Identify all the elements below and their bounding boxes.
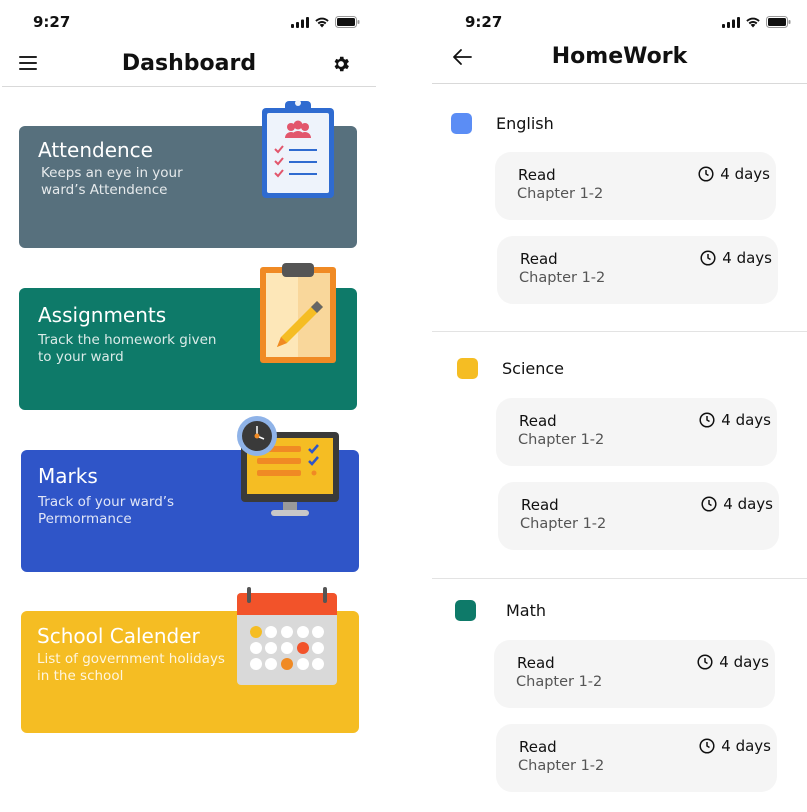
- subject-color-swatch: [455, 600, 476, 621]
- due-text: 4 days: [720, 165, 770, 183]
- homework-subtitle: Chapter 1-2: [516, 674, 603, 690]
- due-text: 4 days: [721, 411, 771, 429]
- card-title: Marks: [38, 464, 98, 488]
- status-bar: 9:27: [0, 12, 378, 34]
- homework-due: 4 days: [698, 165, 770, 183]
- wifi-icon: [315, 17, 329, 28]
- homework-item[interactable]: Read Chapter 1-2 4 days: [496, 724, 777, 792]
- homework-due: 4 days: [700, 249, 772, 267]
- homework-title: Read: [519, 738, 557, 756]
- subject-name: English: [496, 114, 554, 133]
- card-subtitle: Track of your ward’s Permormance: [38, 494, 175, 527]
- card-title: School Calender: [37, 624, 200, 648]
- signal-icon: [722, 16, 740, 28]
- clock-icon: [699, 412, 715, 428]
- header-divider: [432, 83, 807, 84]
- clock-icon: [699, 738, 715, 754]
- homework-due: 4 days: [701, 495, 773, 513]
- status-icons: [722, 16, 791, 28]
- homework-title: Read: [519, 412, 557, 430]
- header-divider: [2, 86, 376, 87]
- card-title: Attendence: [38, 138, 153, 162]
- page-title: Dashboard: [121, 51, 257, 76]
- attendance-clipboard-icon: [262, 100, 334, 198]
- card-title: Assignments: [38, 303, 167, 327]
- status-time: 9:27: [465, 13, 503, 31]
- homework-due: 4 days: [699, 411, 771, 429]
- status-bar: 9:27: [432, 12, 807, 34]
- homework-due: 4 days: [697, 653, 769, 671]
- homework-subtitle: Chapter 1-2: [520, 516, 607, 532]
- section-divider: [432, 578, 807, 579]
- attendance-card[interactable]: Attendence Keeps an eye in your ward’s A…: [19, 100, 357, 248]
- calendar-icon: [237, 587, 337, 685]
- wifi-icon: [746, 17, 760, 28]
- clock-icon: [698, 166, 714, 182]
- marks-card[interactable]: Marks Track of your ward’s Permormance: [21, 416, 359, 572]
- section-divider: [432, 331, 807, 332]
- homework-subtitle: Chapter 1-2: [518, 432, 605, 448]
- subject-math: Math: [455, 600, 546, 621]
- clock-icon: [701, 496, 717, 512]
- battery-icon: [335, 16, 360, 28]
- card-subtitle: Track the homework given to your ward: [38, 332, 217, 365]
- card-subtitle: Keeps an eye in your ward’s Attendence: [41, 165, 183, 198]
- subject-color-swatch: [457, 358, 478, 379]
- page-title: HomeWork: [551, 44, 688, 69]
- gear-icon[interactable]: [331, 54, 351, 74]
- homework-item[interactable]: Read Chapter 1-2 4 days: [495, 152, 776, 220]
- homework-subtitle: Chapter 1-2: [519, 270, 606, 286]
- homework-title: Read: [521, 496, 559, 514]
- due-text: 4 days: [723, 495, 773, 513]
- homework-item[interactable]: Read Chapter 1-2 4 days: [494, 640, 775, 708]
- status-icons: [291, 16, 360, 28]
- clock-icon: [697, 654, 713, 670]
- card-subtitle: List of government holidays in the schoo…: [37, 651, 225, 684]
- computer-checklist-icon: [237, 416, 339, 516]
- due-text: 4 days: [719, 653, 769, 671]
- status-time: 9:27: [33, 13, 71, 31]
- subject-color-swatch: [451, 113, 472, 134]
- battery-icon: [766, 16, 791, 28]
- subject-name: Math: [506, 601, 547, 620]
- homework-screen: 9:27 HomeWork English Read Chapter 1-2 4…: [432, 0, 807, 812]
- due-text: 4 days: [722, 249, 772, 267]
- assignments-card[interactable]: Assignments Track the homework given to …: [19, 263, 357, 410]
- due-text: 4 days: [721, 737, 771, 755]
- homework-title: Read: [520, 250, 558, 268]
- dashboard-screen: 9:27 Dashboard Attendence Keeps an eye i…: [0, 0, 378, 812]
- clock-icon: [700, 250, 716, 266]
- homework-item[interactable]: Read Chapter 1-2 4 days: [498, 482, 779, 550]
- subject-name: Science: [502, 359, 565, 378]
- subject-english: English: [451, 113, 554, 134]
- homework-subtitle: Chapter 1-2: [518, 758, 605, 774]
- homework-due: 4 days: [699, 737, 771, 755]
- subject-science: Science: [457, 358, 564, 379]
- homework-title: Read: [517, 654, 555, 672]
- homework-item[interactable]: Read Chapter 1-2 4 days: [497, 236, 778, 304]
- homework-subtitle: Chapter 1-2: [517, 186, 604, 202]
- homework-title: Read: [518, 166, 556, 184]
- signal-icon: [291, 16, 309, 28]
- school-calendar-card[interactable]: School Calender List of government holid…: [21, 587, 359, 733]
- homework-item[interactable]: Read Chapter 1-2 4 days: [496, 398, 777, 466]
- assignment-clipboard-icon: [260, 263, 336, 363]
